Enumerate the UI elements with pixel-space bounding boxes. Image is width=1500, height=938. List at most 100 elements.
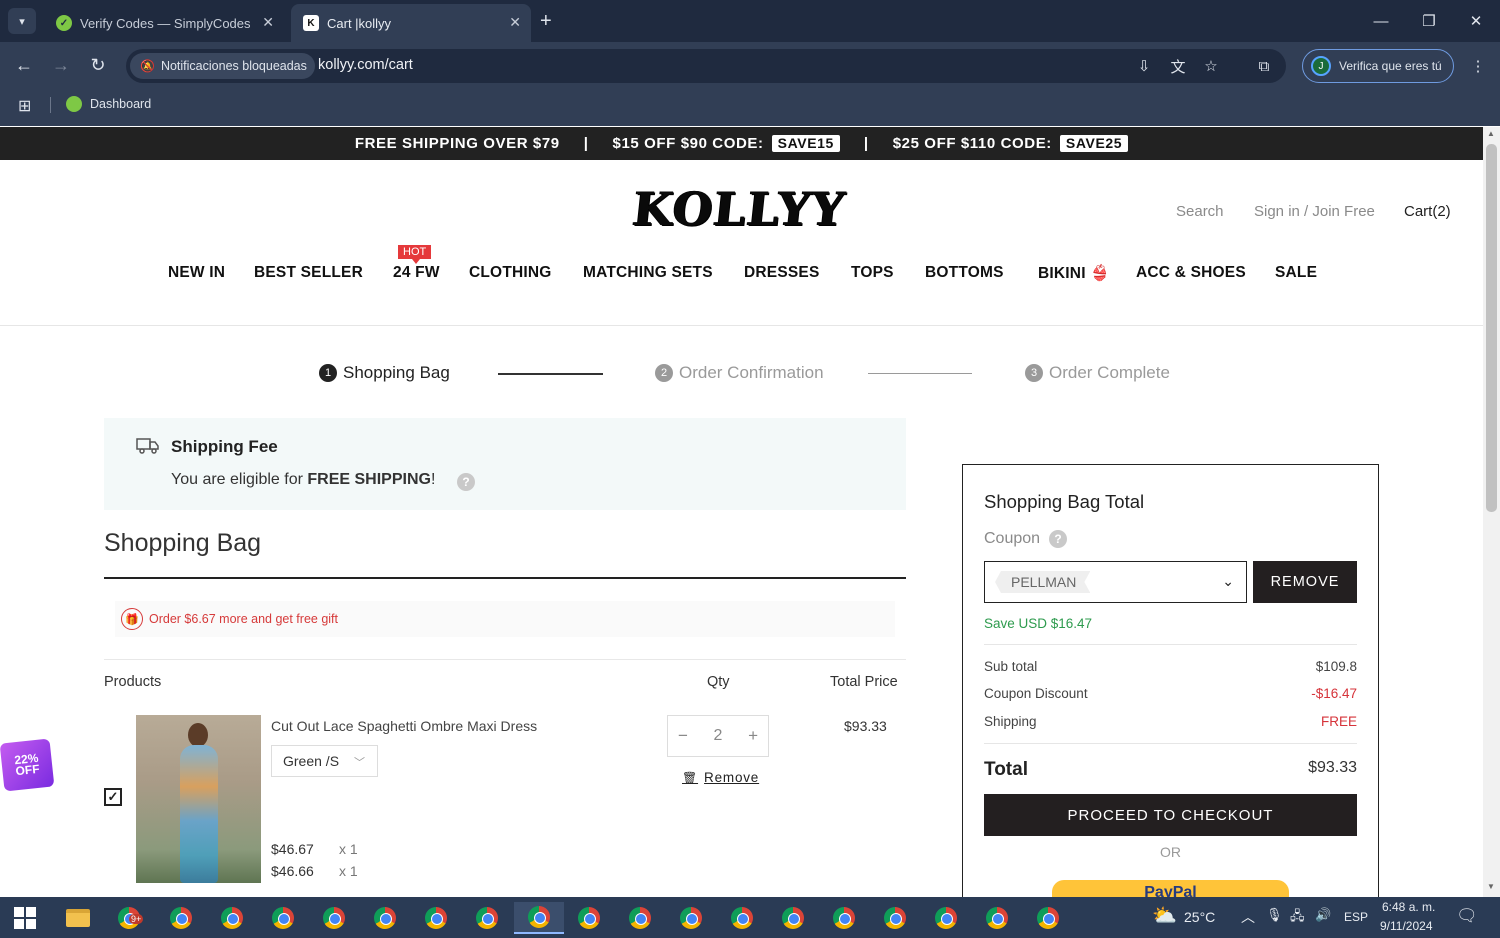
chrome-taskbar-icon[interactable] [980,902,1014,934]
profile-button[interactable]: J Verifica que eres tú [1302,49,1454,83]
translate-icon[interactable]: 文 [1166,55,1190,77]
chrome-taskbar-icon[interactable] [827,902,861,934]
chevron-up-icon[interactable]: ︿ [1241,907,1255,927]
install-app-icon[interactable]: ⇩ [1132,55,1156,77]
qty-value[interactable]: 2 [714,727,723,745]
variant-select[interactable]: Green /S ﹀ [271,745,378,777]
weather-icon[interactable]: ⛅ [1152,903,1177,928]
restore-button[interactable]: ❐ [1405,0,1453,42]
tab-simplycodes[interactable]: ✓ Verify Codes — SimplyCodes ✕ [44,4,284,42]
chrome-taskbar-icon[interactable] [368,902,402,934]
product-image[interactable] [136,715,261,883]
chrome-taskbar-icon[interactable] [929,902,963,934]
chrome-taskbar-icon[interactable] [878,902,912,934]
col-qty: Qty [707,674,730,690]
chip-label: Notificaciones bloqueadas [160,59,307,73]
checkout-button[interactable]: PROCEED TO CHECKOUT [984,794,1357,836]
coupon-select[interactable]: PELLMAN ⌄ [984,561,1247,603]
step-order-confirmation: 2 Order Confirmation [655,363,824,383]
language-indicator[interactable]: ESP [1344,910,1368,924]
scrollbar-thumb[interactable] [1486,144,1497,512]
chrome-taskbar-icon[interactable] [776,902,810,934]
promo-code-save25: SAVE25 [1059,135,1129,152]
coupon-discount-row: Coupon Discount -$16.47 [984,686,1357,701]
summary-rule [984,743,1357,744]
nav-matching-sets[interactable]: MATCHING SETS [583,264,713,282]
chrome-taskbar-icon[interactable] [266,902,300,934]
close-window-button[interactable]: ✕ [1452,0,1500,42]
step-order-complete: 3 Order Complete [1025,363,1170,383]
nav-24-fw[interactable]: 24 FW [393,264,440,282]
apps-grid-icon[interactable]: ⊞ [18,96,31,116]
chrome-taskbar-icon-active[interactable] [514,902,564,934]
qty-increase-button[interactable]: + [748,726,758,746]
chrome-taskbar-icon[interactable] [1031,902,1065,934]
chrome-taskbar-icon[interactable] [725,902,759,934]
close-tab-icon[interactable]: ✕ [509,14,521,31]
clock-date[interactable]: 9/11/2024 [1380,919,1433,933]
remove-coupon-button[interactable]: REMOVE [1253,561,1357,603]
chrome-taskbar-icon[interactable] [419,902,453,934]
extensions-icon[interactable]: ⧉ [1252,55,1276,77]
discount-float-badge[interactable]: 22% OFF [0,738,55,792]
qty-decrease-button[interactable]: − [678,726,688,746]
item-checkbox[interactable]: ✓ [104,788,122,806]
tab-kollyy[interactable]: K Cart |kollyy ✕ [291,4,531,42]
help-icon[interactable]: ? [1049,530,1068,548]
url-text[interactable]: kollyy.com/cart [318,57,413,73]
chrome-taskbar-icon[interactable] [317,902,351,934]
promo-offer-15: $15 OFF $90 CODE: [612,135,764,152]
nav-sale[interactable]: SALE [1275,264,1317,282]
signin-link[interactable]: Sign in / Join Free [1254,203,1375,220]
nav-acc-shoes[interactable]: ACC & SHOES [1136,264,1246,282]
model-head [188,723,208,747]
summary-title: Shopping Bag Total [984,491,1145,512]
new-tab-button[interactable]: + [540,10,552,33]
chrome-taskbar-icon[interactable] [674,902,708,934]
star-bookmark-icon[interactable]: ☆ [1199,55,1223,77]
step-label: Shopping Bag [343,363,450,382]
kollyy-logo[interactable]: KOLLYY [630,182,848,236]
weather-temp[interactable]: 25°C [1184,909,1215,925]
microphone-icon[interactable]: 🎙 [1266,907,1283,923]
chrome-taskbar-icon[interactable] [623,902,657,934]
chrome-taskbar-icon[interactable] [572,902,606,934]
product-name[interactable]: Cut Out Lace Spaghetti Ombre Maxi Dress [271,718,537,734]
remove-item-button[interactable]: 🗑 Remove [682,770,759,785]
network-icon[interactable]: 🖧 [1290,907,1305,929]
clock-time[interactable]: 6:48 a. m. [1382,900,1435,914]
chrome-taskbar-icon[interactable] [215,902,249,934]
nav-best-seller[interactable]: BEST SELLER [254,264,363,282]
nav-bikini[interactable]: BIKINI 👙 [1038,264,1110,283]
scroll-up-icon[interactable]: ▲ [1487,129,1495,138]
step-shopping-bag: 1 Shopping Bag [319,363,450,383]
subtotal-row: Sub total $109.8 [984,659,1357,674]
chrome-taskbar-icon[interactable] [470,902,504,934]
nav-tops[interactable]: TOPS [851,264,894,282]
search-link[interactable]: Search [1176,203,1224,220]
help-icon[interactable]: ? [457,473,475,491]
file-explorer-icon[interactable] [61,902,95,934]
forward-icon[interactable]: → [46,50,76,80]
close-tab-icon[interactable]: ✕ [262,14,274,31]
menu-kebab-icon[interactable]: ⋮ [1466,55,1490,77]
windows-start-icon[interactable] [14,907,36,929]
reload-icon[interactable]: ↻ [83,50,113,80]
tab-search-button[interactable]: ▾ [8,8,36,34]
scroll-down-icon[interactable]: ▼ [1487,882,1495,891]
total-label: Total [984,759,1028,780]
nav-dresses[interactable]: DRESSES [744,264,819,282]
kollyy-icon: K [303,15,319,31]
nav-clothing[interactable]: CLOTHING [469,264,552,282]
nav-bottoms[interactable]: BOTTOMS [925,264,1004,282]
bookmark-dashboard[interactable]: Dashboard [66,96,151,112]
minimize-button[interactable]: — [1357,0,1405,42]
notifications-blocked-chip[interactable]: 🔕 Notificaciones bloqueadas [130,53,315,79]
notifications-icon[interactable]: 🗨 [1456,906,1478,926]
cart-link[interactable]: Cart(2) [1404,203,1451,220]
free-shipping-label: FREE SHIPPING [307,471,431,488]
nav-new-in[interactable]: NEW IN [168,264,225,282]
back-icon[interactable]: ← [9,50,39,80]
volume-icon[interactable]: 🔊 [1315,907,1331,923]
chrome-taskbar-icon[interactable] [164,902,198,934]
